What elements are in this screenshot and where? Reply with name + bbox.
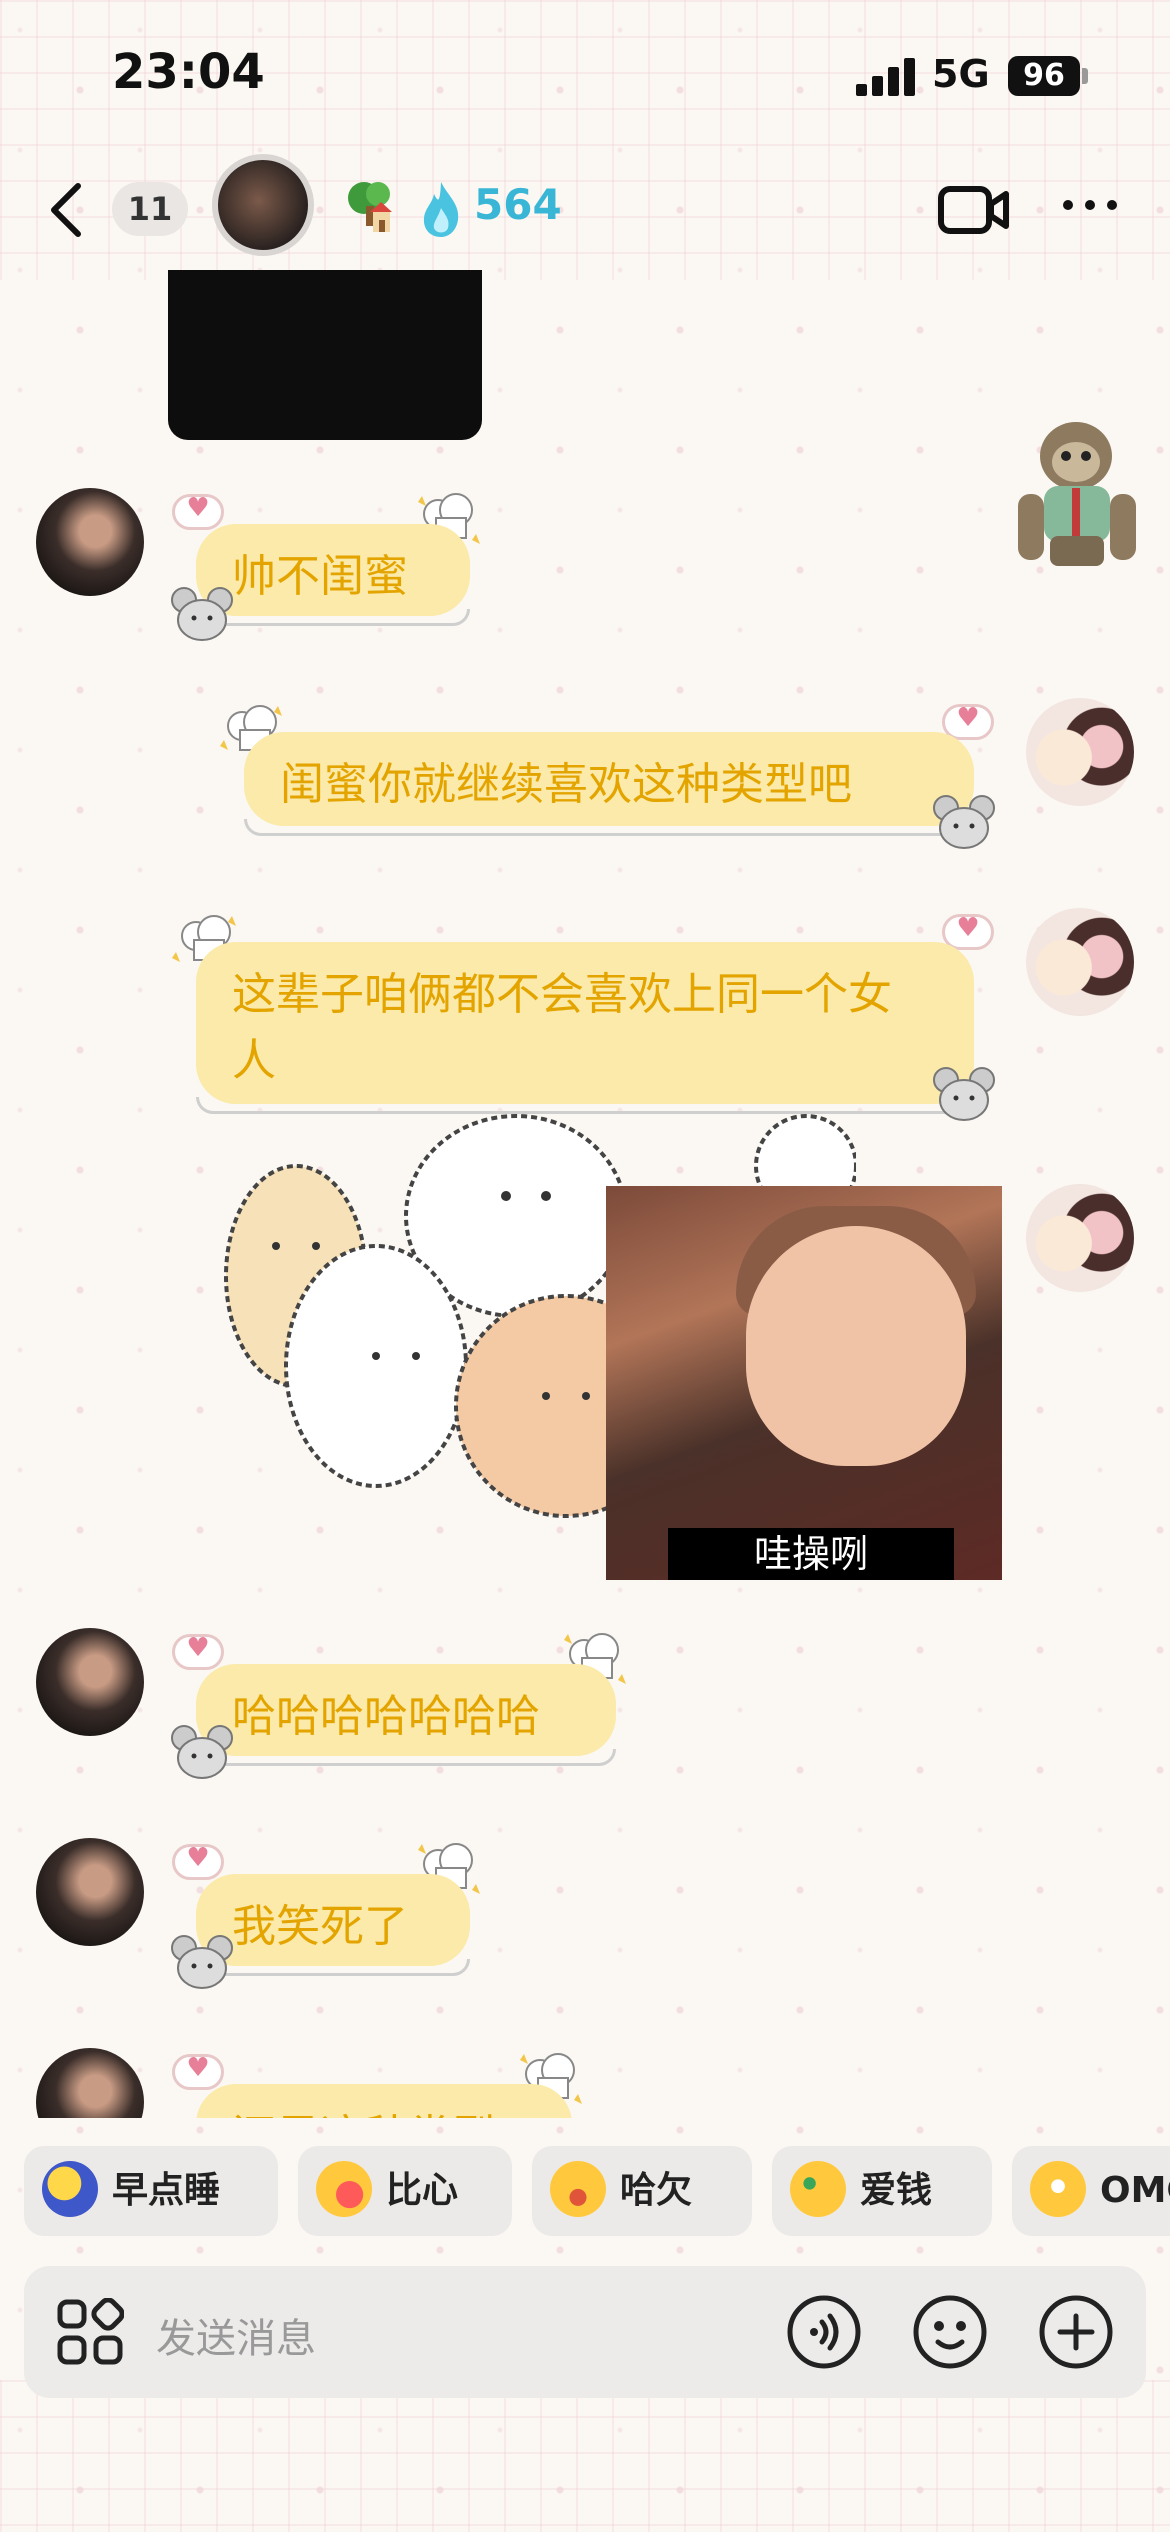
fire-streak-count: 564 xyxy=(474,180,562,229)
sender-avatar[interactable] xyxy=(36,1838,144,1946)
quick-reply-omg[interactable]: OMG xyxy=(1012,2146,1170,2236)
message-bubble[interactable]: 我笑死了 xyxy=(196,1874,470,1976)
clipped-message-row: 还是这种类型 xyxy=(0,2040,1170,2118)
quick-reply-heart[interactable]: 比心 xyxy=(298,2146,512,2236)
my-avatar[interactable] xyxy=(1026,698,1134,806)
image-message[interactable] xyxy=(168,270,482,440)
video-call-icon[interactable] xyxy=(938,184,1010,236)
message-text: 哈哈哈哈哈哈哈 xyxy=(232,1691,540,1742)
unread-badge[interactable]: 11 xyxy=(112,182,188,236)
message-bubble[interactable]: 帅不闺蜜 xyxy=(196,524,470,626)
back-icon[interactable] xyxy=(46,180,86,240)
sloth-sticker[interactable] xyxy=(994,408,1154,584)
message-text: 我笑死了 xyxy=(232,1901,408,1952)
message-bubble[interactable]: 这辈子咱俩都不会喜欢上同一个女人 xyxy=(196,942,974,1114)
message-text: 还是这种类型 xyxy=(196,2084,572,2118)
flushed-face-icon xyxy=(1030,2161,1086,2217)
quick-reply-label: 哈欠 xyxy=(620,2170,693,2211)
money-face-icon xyxy=(790,2161,846,2217)
fire-streak-icon xyxy=(423,182,459,237)
emoji-icon[interactable] xyxy=(912,2294,988,2370)
message-text: 帅不闺蜜 xyxy=(232,551,408,602)
quick-reply-label: OMG xyxy=(1100,2170,1170,2211)
message-input[interactable]: 发送消息 xyxy=(156,2306,316,2364)
mouse-icon xyxy=(933,1067,995,1121)
mouse-icon xyxy=(933,795,995,849)
quick-reply-label: 早点睡 xyxy=(112,2170,221,2211)
message-text: 这辈子咱俩都不会喜欢上同一个女人 xyxy=(232,969,892,1086)
apps-grid-icon[interactable] xyxy=(56,2298,124,2366)
message-bubble[interactable]: 闺蜜你就继续喜欢这种类型吧 xyxy=(244,732,974,836)
meme-caption: 哇操咧 xyxy=(668,1528,954,1580)
sender-avatar[interactable] xyxy=(36,488,144,596)
sender-avatar[interactable] xyxy=(36,1628,144,1736)
quick-reply-yawn[interactable]: 哈欠 xyxy=(532,2146,752,2236)
mouse-icon xyxy=(171,587,233,641)
quick-reply-early-sleep[interactable]: 早点睡 xyxy=(24,2146,278,2236)
battery-level: 96 xyxy=(1023,58,1065,93)
my-avatar[interactable] xyxy=(1026,1184,1134,1292)
yawn-face-icon xyxy=(550,2161,606,2217)
quick-reply-money[interactable]: 爱钱 xyxy=(772,2146,992,2236)
voice-icon[interactable] xyxy=(786,2294,862,2370)
battery-icon: 96 xyxy=(1008,56,1080,96)
battery-tip xyxy=(1082,68,1088,84)
plus-icon[interactable] xyxy=(1038,2294,1114,2370)
mouse-icon xyxy=(171,1725,233,1779)
heart-hands-icon xyxy=(316,2161,372,2217)
message-text: 闺蜜你就继续喜欢这种类型吧 xyxy=(280,759,852,810)
meme-face xyxy=(746,1226,966,1466)
my-avatar[interactable] xyxy=(1026,908,1134,1016)
status-time: 23:04 xyxy=(112,44,265,100)
sleepy-moon-icon xyxy=(42,2161,98,2217)
footer-pattern xyxy=(0,2380,1170,2532)
message-bubble[interactable]: 哈哈哈哈哈哈哈 xyxy=(196,1664,616,1766)
header-pattern xyxy=(0,0,1170,280)
home-tree-icon[interactable] xyxy=(340,178,402,240)
contact-avatar[interactable] xyxy=(212,154,314,256)
sender-avatar[interactable] xyxy=(36,2048,144,2118)
quick-reply-label: 爱钱 xyxy=(860,2170,933,2211)
more-options-icon[interactable] xyxy=(1060,190,1120,220)
quick-reply-label: 比心 xyxy=(386,2170,459,2211)
signal-icon xyxy=(856,56,918,96)
message-bubble[interactable]: 还是这种类型 xyxy=(196,2084,572,2118)
meme-image[interactable]: 哇操咧 xyxy=(606,1186,1002,1580)
mouse-icon xyxy=(171,1935,233,1989)
network-type: 5G xyxy=(932,52,990,96)
